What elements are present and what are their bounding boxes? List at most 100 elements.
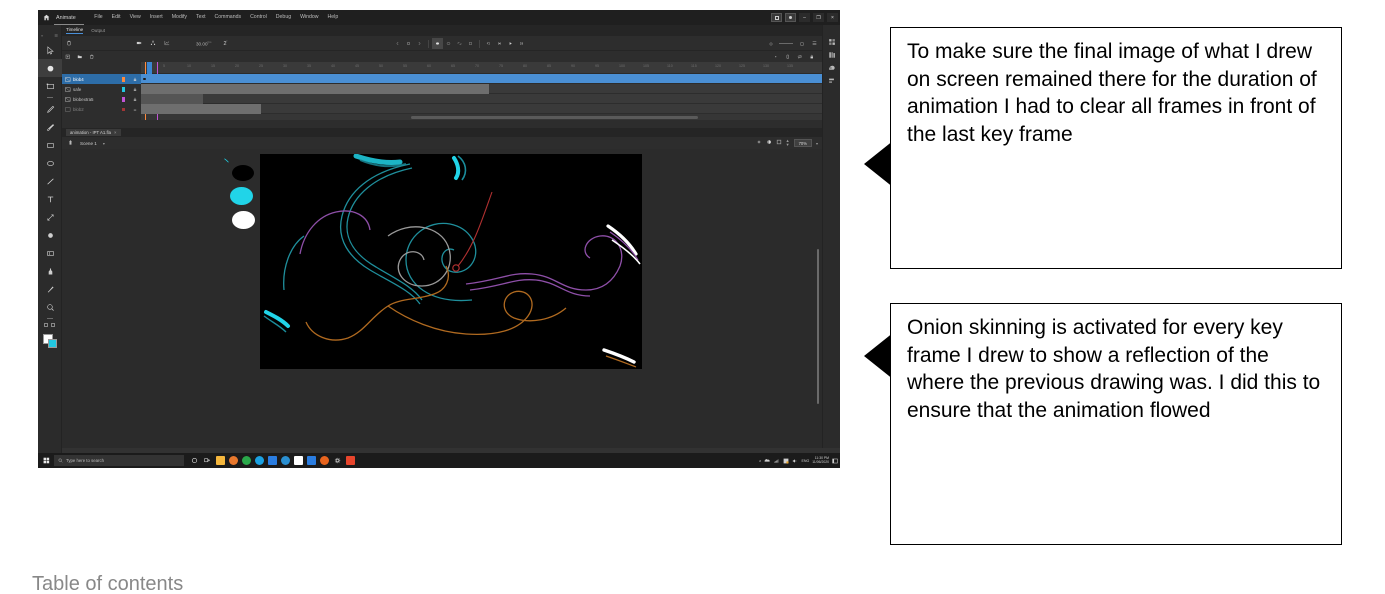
stop-icon[interactable] (403, 38, 414, 49)
step-forward-icon[interactable] (516, 38, 527, 49)
frame-row-blobextra5[interactable] (141, 94, 822, 104)
eraser-tool[interactable] (38, 244, 62, 262)
mail-icon[interactable] (268, 456, 277, 465)
frame-ruler[interactable]: 5 10 15 20 25 30 35 40 45 50 55 60 65 70… (141, 62, 822, 74)
edit-scene-icon[interactable] (67, 139, 74, 148)
subselection-tool[interactable] (38, 59, 62, 77)
network-icon[interactable] (774, 458, 780, 463)
windows-start-icon[interactable] (38, 453, 54, 468)
layer-hide-all-icon[interactable] (794, 54, 806, 60)
camera-icon[interactable] (132, 40, 146, 46)
delete-frame-icon[interactable] (62, 40, 76, 46)
sync-settings-icon[interactable] (785, 13, 796, 22)
clip-content-icon[interactable] (766, 139, 772, 147)
menu-item-view[interactable]: View (125, 10, 145, 25)
text-tool[interactable] (38, 190, 62, 208)
white-oval[interactable] (232, 211, 255, 229)
menu-item-commands[interactable]: Commands (210, 10, 246, 25)
selection-tool[interactable] (38, 41, 62, 59)
zoom-chevron-down-icon[interactable]: ▾ (816, 141, 818, 146)
brush-tool[interactable] (38, 118, 62, 136)
tools-menu-icon[interactable]: ☰ (54, 33, 58, 38)
next-keyframe-icon[interactable] (414, 38, 425, 49)
line-tool[interactable] (38, 172, 62, 190)
layer-lock-icon[interactable] (133, 87, 137, 92)
taskbar-clock[interactable]: 11:30 PM 11/06/2020 (812, 456, 829, 465)
library-panel-icon[interactable] (823, 48, 840, 61)
tab-output[interactable]: Output (91, 28, 105, 33)
menu-item-debug[interactable]: Debug (271, 10, 295, 25)
pencil-tool[interactable] (38, 100, 62, 118)
minimize-button[interactable]: – (799, 13, 810, 22)
layer-name[interactable]: safe (73, 87, 122, 92)
timeline-zoom-slider[interactable] (779, 43, 793, 44)
rectangle-tool[interactable] (38, 136, 62, 154)
frame-row-blob2[interactable] (141, 104, 822, 114)
modify-markers-icon[interactable] (465, 38, 476, 49)
zoom-tool[interactable] (38, 298, 62, 316)
chrome-icon[interactable] (242, 456, 251, 465)
frames-grid[interactable]: 5 10 15 20 25 30 35 40 45 50 55 60 65 70… (141, 62, 822, 120)
store-icon[interactable] (281, 456, 290, 465)
task-view-icon[interactable] (203, 456, 212, 465)
reader-icon[interactable] (320, 456, 329, 465)
eyedropper-tool[interactable] (38, 280, 62, 298)
document-tab-close-icon[interactable]: × (114, 130, 117, 135)
layer-row-blob4[interactable]: blob4 (62, 74, 141, 84)
loop-icon[interactable] (483, 38, 494, 49)
timeline-zoom-out-icon[interactable] (766, 39, 775, 48)
layer-name[interactable]: blob4 (73, 77, 122, 82)
layer-lock-icon[interactable] (133, 77, 137, 82)
restore-button[interactable]: ❐ (813, 13, 824, 22)
settings-icon[interactable] (333, 456, 342, 465)
chevron-down-icon[interactable]: ▾ (103, 141, 105, 146)
menu-item-help[interactable]: Help (323, 10, 343, 25)
scene-name[interactable]: Scene 1 (80, 141, 97, 146)
stage-canvas[interactable] (260, 154, 642, 369)
word-icon[interactable] (294, 456, 303, 465)
graph-editor-icon[interactable] (160, 40, 174, 46)
firefox-icon[interactable] (229, 456, 238, 465)
file-explorer-icon[interactable] (216, 456, 225, 465)
oval-tool[interactable] (38, 154, 62, 172)
center-stage-icon[interactable] (756, 139, 762, 147)
volume-icon[interactable] (792, 458, 798, 464)
document-tab[interactable]: animation - IPT A1.fla × (66, 129, 121, 136)
tools-collapse-icon[interactable]: « (41, 33, 43, 38)
ink-bottle-tool[interactable] (38, 262, 62, 280)
color-panel-icon[interactable] (823, 61, 840, 74)
black-oval[interactable] (232, 165, 254, 181)
menu-item-insert[interactable]: Insert (145, 10, 167, 25)
prev-keyframe-icon[interactable] (392, 38, 403, 49)
delete-layer-icon[interactable] (86, 54, 98, 60)
layer-lock-icon[interactable] (133, 107, 137, 112)
layer-name[interactable]: blobextra5 (73, 97, 122, 102)
tab-timeline[interactable]: Timeline (66, 27, 84, 34)
workspace-switcher-icon[interactable] (771, 13, 782, 22)
menu-item-file[interactable]: File (90, 10, 107, 25)
menu-item-modify[interactable]: Modify (167, 10, 191, 25)
layer-lock-all-icon[interactable] (806, 54, 818, 60)
layer-row-safe[interactable]: safe (62, 84, 141, 94)
cyan-oval[interactable] (230, 187, 253, 205)
frame-span[interactable] (141, 84, 489, 94)
parent-view-icon[interactable] (146, 40, 160, 46)
layer-row-blob2[interactable]: blob2 (62, 104, 141, 114)
layer-visibility-dot-icon[interactable] (770, 54, 782, 60)
fill-color-swatch[interactable] (48, 339, 57, 348)
stage-vertical-scrollbar[interactable] (816, 249, 819, 404)
snap-option-icon[interactable] (51, 323, 55, 327)
fit-stage-icon[interactable] (776, 139, 782, 147)
check-icon[interactable] (307, 456, 316, 465)
onion-skin-outlines-icon[interactable] (443, 38, 454, 49)
language-indicator[interactable]: ENG (801, 459, 809, 463)
stroke-option-icon[interactable] (44, 323, 48, 327)
home-icon[interactable] (38, 10, 54, 25)
frame-rate-value[interactable]: 30.00fps (196, 40, 212, 47)
frame-span[interactable] (141, 104, 261, 114)
search-input[interactable]: Type here to search (54, 455, 184, 466)
new-folder-icon[interactable] (74, 54, 86, 60)
tray-chevron-up-icon[interactable]: ∧ (759, 459, 762, 463)
security-icon[interactable] (783, 458, 790, 464)
edge-icon[interactable] (255, 456, 264, 465)
